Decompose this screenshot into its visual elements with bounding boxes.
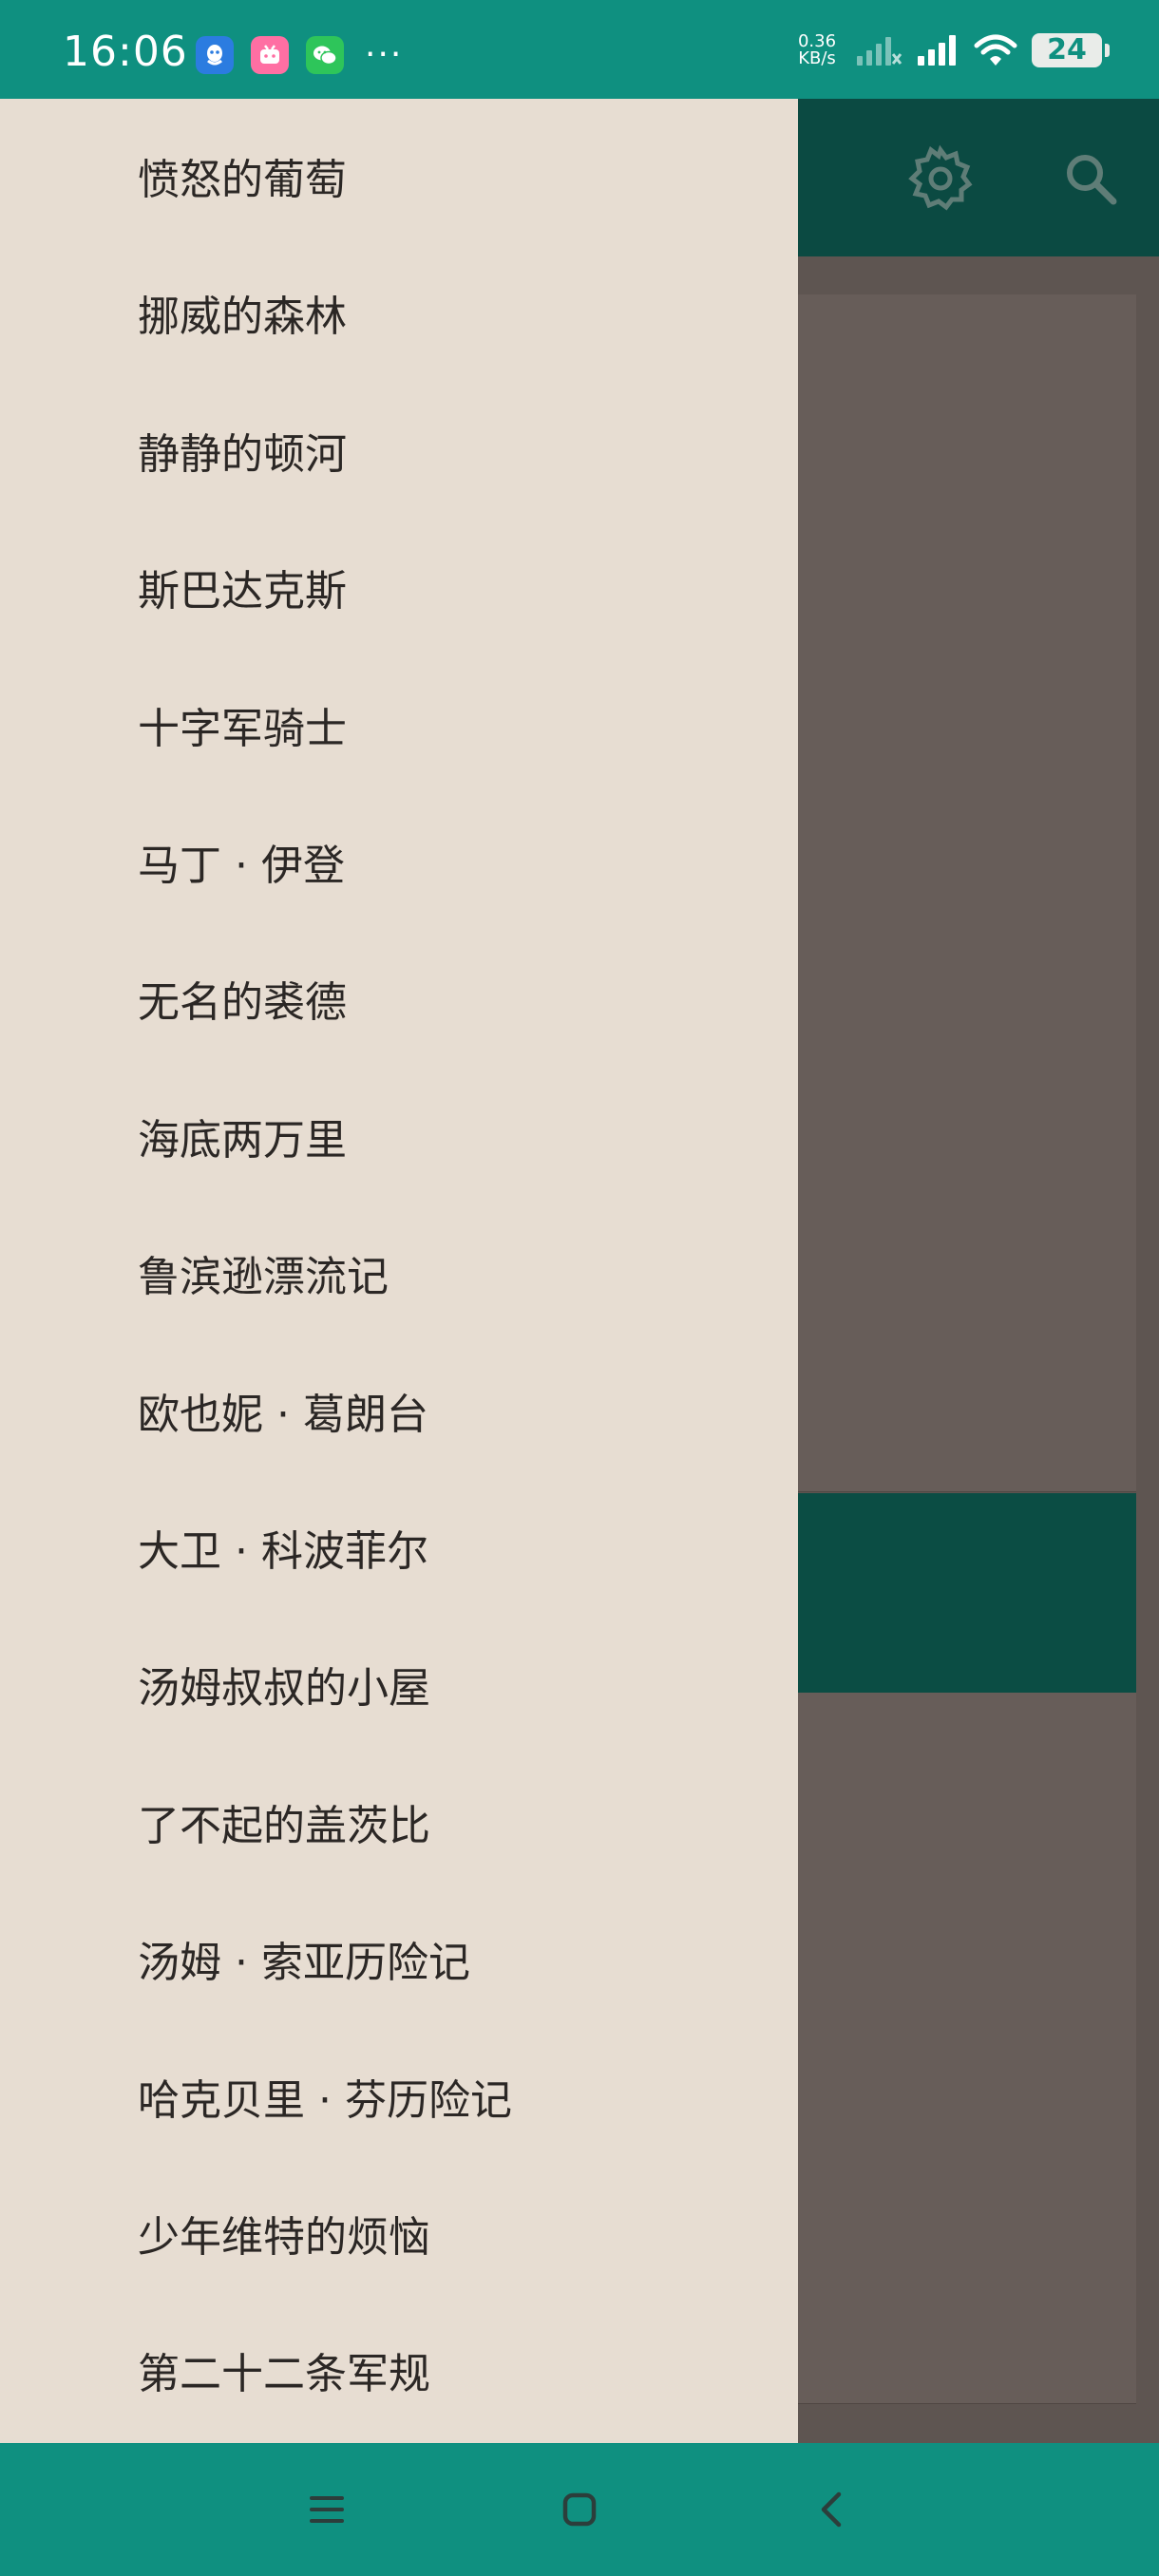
drawer-item[interactable]: 海底两万里 bbox=[138, 1112, 347, 1169]
status-time: 16:06 bbox=[63, 28, 188, 76]
drawer-item[interactable]: 愤怒的葡萄 bbox=[138, 152, 347, 209]
drawer-item[interactable]: 欧也妮 · 葛朗台 bbox=[138, 1387, 428, 1444]
status-bar: 16:06 ··· 0.36 KB/s 24 bbox=[0, 0, 1159, 99]
drawer-item[interactable]: 马丁 · 伊登 bbox=[138, 838, 345, 895]
background-list-row bbox=[798, 1892, 1136, 2093]
background-list-row bbox=[798, 1292, 1136, 1492]
network-speed: 0.36 KB/s bbox=[792, 33, 842, 67]
signal-sim1-icon bbox=[918, 35, 956, 66]
battery-indicator: 24 bbox=[1032, 33, 1110, 67]
drawer-item[interactable]: 了不起的盖茨比 bbox=[138, 1798, 430, 1855]
drawer-item[interactable]: 挪威的森林 bbox=[138, 289, 347, 346]
background-list-row bbox=[798, 294, 1136, 495]
wechat-icon bbox=[306, 36, 344, 74]
back-icon[interactable] bbox=[802, 2479, 863, 2540]
drawer-item[interactable]: 汤姆 · 索亚历险记 bbox=[138, 1935, 470, 1992]
qq-icon bbox=[196, 36, 234, 74]
drawer-item[interactable]: 十字军骑士 bbox=[138, 701, 347, 758]
menu-icon[interactable] bbox=[296, 2479, 357, 2540]
background-list-row bbox=[798, 693, 1136, 894]
background-list-row bbox=[798, 2092, 1136, 2292]
bilibili-icon bbox=[251, 36, 289, 74]
notification-icons: ··· bbox=[196, 36, 403, 74]
gear-icon[interactable] bbox=[906, 144, 975, 217]
status-indicators: 0.36 KB/s 24 bbox=[792, 32, 1110, 68]
background-list-row bbox=[798, 2291, 1136, 2404]
drawer-item[interactable]: 少年维特的烦恼 bbox=[138, 2209, 430, 2266]
search-icon[interactable] bbox=[1062, 150, 1119, 211]
wifi-icon bbox=[974, 34, 1017, 66]
drawer-item[interactable]: 大卫 · 科波菲尔 bbox=[138, 1524, 428, 1581]
network-speed-unit: KB/s bbox=[798, 48, 836, 68]
drawer-item[interactable]: 哈克贝里 · 芬历险记 bbox=[138, 2073, 512, 2130]
background-list-row bbox=[798, 1693, 1136, 1893]
drawer-item[interactable]: 斯巴达克斯 bbox=[138, 563, 347, 620]
background-list-row bbox=[798, 1092, 1136, 1293]
drawer-item[interactable]: 鲁滨逊漂流记 bbox=[138, 1249, 389, 1306]
signal-sim2-icon bbox=[857, 37, 902, 66]
drawer-item[interactable]: 汤姆叔叔的小屋 bbox=[138, 1660, 430, 1717]
navigation-drawer: 愤怒的葡萄 挪威的森林 静静的顿河 斯巴达克斯 十字军骑士 马丁 · 伊登 无名… bbox=[0, 99, 798, 2443]
background-list-row bbox=[798, 893, 1136, 1093]
drawer-item[interactable]: 静静的顿河 bbox=[138, 426, 347, 483]
more-notifications-icon: ··· bbox=[365, 35, 404, 74]
drawer-item[interactable]: 无名的裘德 bbox=[138, 975, 347, 1032]
background-list bbox=[798, 294, 1136, 2404]
background-list-row bbox=[798, 494, 1136, 694]
home-icon[interactable] bbox=[549, 2479, 610, 2540]
system-navigation-bar bbox=[0, 2443, 1159, 2576]
drawer-item[interactable]: 第二十二条军规 bbox=[138, 2346, 430, 2403]
background-list-row-selected bbox=[798, 1493, 1136, 1694]
screen: 16:06 ··· 0.36 KB/s 24 愤怒的葡萄 挪威的森林 静静的顿河… bbox=[0, 0, 1159, 2576]
